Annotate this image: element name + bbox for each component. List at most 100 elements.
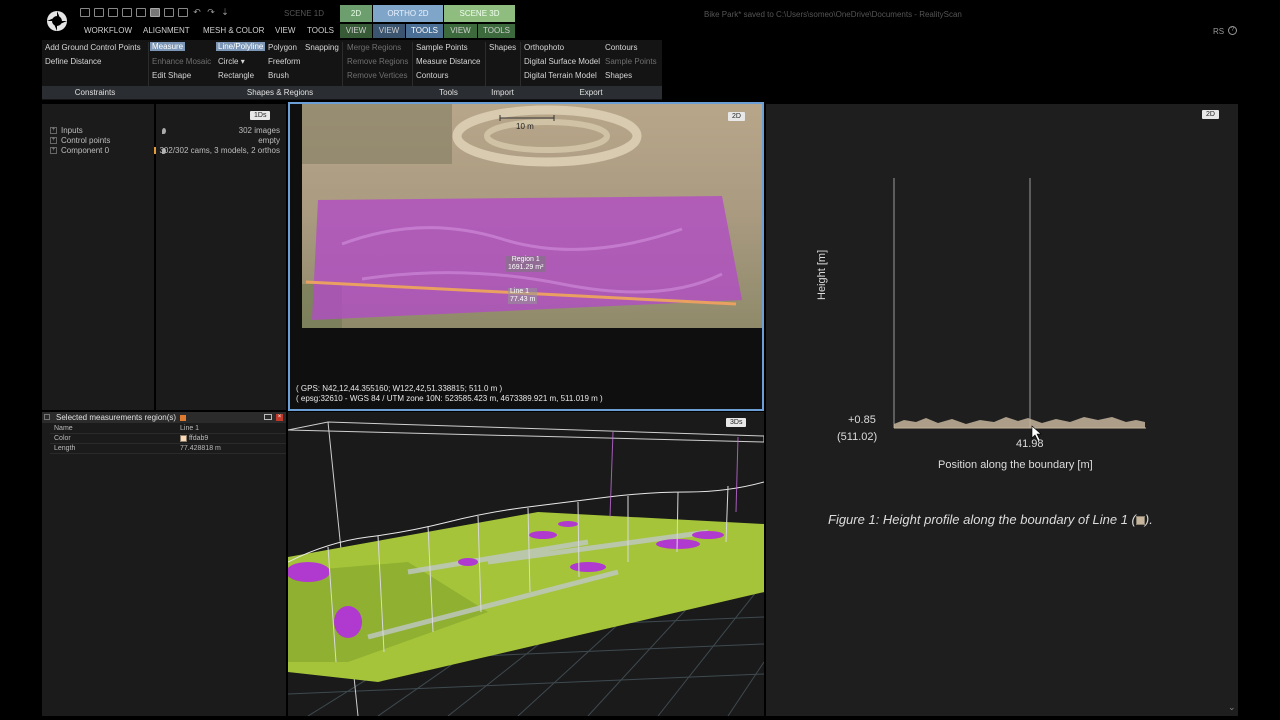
undo-icon[interactable]: ↶	[192, 8, 202, 17]
tab-scene-1d[interactable]: SCENE 1D	[270, 5, 338, 22]
tab-2d[interactable]: 2D	[340, 5, 372, 22]
sample-points-button[interactable]: Sample Points	[416, 43, 468, 52]
snapping-button[interactable]: Snapping	[305, 43, 339, 52]
brush-button[interactable]: Brush	[268, 71, 289, 80]
enhance-mosaic-button[interactable]: Enhance Mosaic	[152, 57, 211, 66]
epsg-readout: ( epsg:32610 - WGS 84 / UTM zone 10N: 52…	[296, 394, 603, 403]
measure-distance-button[interactable]: Measure Distance	[416, 57, 480, 66]
menu-view-3d[interactable]: VIEW	[444, 24, 477, 38]
layout-icon[interactable]	[122, 8, 132, 17]
line-polyline-button[interactable]: Line/Polyline	[216, 42, 266, 51]
view-badge-3ds[interactable]: 3Ds	[726, 418, 747, 427]
height-profile-pane[interactable]: 2D Height [m] +0.85 (511.02) 41.98 Posit…	[766, 104, 1238, 716]
edit-shape-button[interactable]: Edit Shape	[152, 71, 191, 80]
expand-icon[interactable]: +	[50, 137, 57, 145]
tree-item-control-points[interactable]: + Control points	[50, 136, 110, 145]
project-tree-pane: + Inputs + Control points + Component 0	[42, 104, 154, 410]
define-distance-button[interactable]: Define Distance	[45, 57, 101, 66]
expand-icon[interactable]: +	[50, 147, 57, 155]
pin-panel-icon[interactable]	[180, 414, 187, 421]
measurement-row[interactable]: Color ffdab9	[50, 434, 286, 444]
component-value: 302/302 cams, 3 models, 2 orthos	[159, 146, 280, 155]
scene-3d-render[interactable]	[288, 412, 764, 716]
region-label[interactable]: Region 1 1691.29 m²	[506, 256, 546, 272]
tab-scene-3d[interactable]: SCENE 3D	[444, 5, 515, 22]
scale-label: 10 m	[516, 122, 534, 131]
layout-icon[interactable]	[136, 8, 146, 17]
profile-area	[894, 417, 1145, 428]
help-icon[interactable]: ?	[1228, 26, 1237, 35]
export-sample-points-button[interactable]: Sample Points	[605, 57, 657, 66]
line-color-swatch	[1135, 516, 1145, 526]
measurements-header: Selected measurements region(s) ×	[42, 412, 286, 423]
layout-icon[interactable]	[80, 8, 90, 17]
chevron-down-icon[interactable]: ⌄	[1228, 702, 1236, 713]
dock-icon[interactable]	[264, 414, 272, 420]
color-swatch[interactable]	[180, 434, 187, 442]
export-contours-button[interactable]: Contours	[605, 43, 637, 52]
menu-tools-3d[interactable]: TOOLS	[478, 24, 515, 38]
export-shapes-button[interactable]: Shapes	[605, 71, 632, 80]
tab-ortho-2d[interactable]: ORTHO 2D	[373, 5, 443, 22]
measure-button[interactable]: Measure	[150, 42, 186, 51]
ortho-2d-viewport[interactable]: 10 m Region 1 1691.29 m² Line 1 77.43 m …	[288, 102, 764, 411]
layout-icon[interactable]	[94, 8, 104, 17]
export-dsm-button[interactable]: Digital Surface Model	[524, 57, 600, 66]
figure-caption: Figure 1: Height profile along the bound…	[828, 512, 1153, 527]
menu-mesh-color[interactable]: MESH & COLOR	[203, 24, 264, 38]
height-profile-chart[interactable]	[766, 104, 1238, 716]
x-tick-label: 41.98	[1016, 438, 1044, 450]
tree-item-component[interactable]: + Component 0	[50, 146, 109, 155]
component-marker	[154, 147, 156, 154]
menu-view-ortho[interactable]: VIEW	[373, 24, 405, 38]
close-icon[interactable]: ×	[276, 414, 283, 421]
group-label-export: Export	[579, 88, 603, 97]
layout-icon[interactable]	[108, 8, 118, 17]
layout-icon[interactable]	[164, 8, 174, 17]
import-shapes-button[interactable]: Shapes	[489, 43, 516, 52]
menu-view[interactable]: VIEW	[275, 24, 295, 38]
layout-icon[interactable]	[150, 8, 160, 17]
tree-item-inputs[interactable]: + Inputs	[50, 126, 83, 135]
control-points-value: empty	[258, 136, 280, 145]
measurement-row[interactable]: Length 77.428818 m	[50, 444, 286, 454]
view-badge-1ds[interactable]: 1Ds	[250, 111, 271, 120]
window-title: Bike Park* saved to C:\Users\someo\OneDr…	[704, 10, 962, 19]
scene-3d-viewport[interactable]: 3Ds	[288, 412, 764, 716]
merge-regions-button[interactable]: Merge Regions	[347, 43, 401, 52]
menu-workflow[interactable]: WORKFLOW	[84, 24, 132, 38]
measurement-row[interactable]: Name Line 1	[50, 424, 286, 434]
measurements-title: Selected measurements region(s)	[56, 413, 177, 422]
group-label-constraints: Constraints	[74, 88, 116, 97]
menu-tools-ortho[interactable]: TOOLS	[406, 24, 443, 38]
title-bar: ↶ ↷ ⇣ SCENE 1D 2D ORTHO 2D SCENE 3D Bike…	[0, 0, 1280, 40]
view-badge-2d[interactable]: 2D	[728, 112, 745, 121]
chevron-down-icon: ▾	[240, 57, 245, 66]
y-tick-absolute: (511.02)	[837, 431, 878, 443]
inputs-value: 302 images	[238, 126, 280, 135]
remove-regions-button[interactable]: Remove Regions	[347, 57, 408, 66]
remove-vertices-button[interactable]: Remove Vertices	[347, 71, 407, 80]
layout-icon[interactable]	[178, 8, 188, 17]
group-label-import: Import	[491, 88, 514, 97]
customize-icon[interactable]: ⇣	[220, 8, 230, 17]
collapse-icon[interactable]	[44, 414, 50, 420]
circle-dropdown[interactable]: Circle ▾	[218, 57, 245, 66]
menu-alignment[interactable]: ALIGNMENT	[143, 24, 190, 38]
expand-icon[interactable]: +	[50, 127, 57, 135]
contours-tool-button[interactable]: Contours	[416, 71, 448, 80]
redo-icon[interactable]: ↷	[206, 8, 216, 17]
export-orthophoto-button[interactable]: Orthophoto	[524, 43, 564, 52]
measurements-pane: Selected measurements region(s) × Name L…	[42, 412, 286, 716]
export-dtm-button[interactable]: Digital Terrain Model	[524, 71, 597, 80]
polygon-button[interactable]: Polygon	[268, 43, 297, 52]
freeform-button[interactable]: Freeform	[268, 57, 300, 66]
line-label[interactable]: Line 1 77.43 m	[508, 288, 538, 304]
menu-tools[interactable]: TOOLS	[307, 24, 334, 38]
realityscan-logo-icon[interactable]	[46, 10, 68, 32]
menu-view-2d[interactable]: VIEW	[340, 24, 372, 38]
rectangle-button[interactable]: Rectangle	[218, 71, 254, 80]
rs-mark: RS	[1213, 27, 1225, 36]
ribbon-divider	[412, 42, 413, 86]
add-gcp-button[interactable]: Add Ground Control Points	[45, 43, 141, 52]
